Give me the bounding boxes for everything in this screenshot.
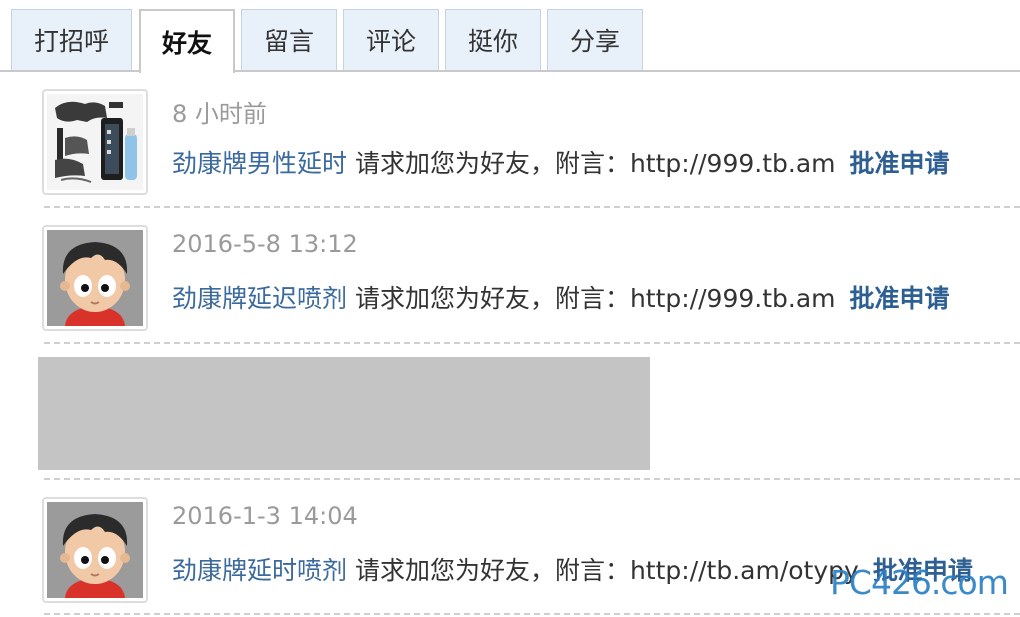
item-divider <box>44 478 1020 480</box>
approve-request-button[interactable]: 批准申请 <box>850 149 950 178</box>
cartoon-boy-avatar-icon <box>47 230 143 326</box>
request-time: 8 小时前 <box>172 100 267 128</box>
request-message: 劲康牌延迟喷剂 请求加您为好友，附言：http://999.tb.am 批准申请 <box>172 279 950 315</box>
request-message: 劲康牌男性延时 请求加您为好友，附言：http://999.tb.am 批准申请 <box>172 144 950 180</box>
site-watermark: PC426.com <box>830 563 1009 602</box>
tab-friends[interactable]: 好友 <box>139 9 235 73</box>
avatar[interactable] <box>42 89 148 195</box>
request-time: 2016-5-8 13:12 <box>172 230 358 258</box>
approve-request-button[interactable]: 批准申请 <box>850 284 950 313</box>
tab-share[interactable]: 分享 <box>547 9 643 70</box>
item-divider <box>44 342 1020 344</box>
tab-comments[interactable]: 评论 <box>343 9 439 70</box>
request-text: 请求加您为好友，附言：http://999.tb.am <box>347 284 836 313</box>
avatar[interactable] <box>42 225 148 331</box>
requester-link[interactable]: 劲康牌男性延时 <box>172 149 347 178</box>
tab-messages[interactable]: 留言 <box>241 9 337 70</box>
avatar[interactable] <box>42 497 148 603</box>
friend-requests-page: 打招呼 好友 留言 评论 挺你 分享 8 小时前 劲康牌男性延时 请求加您为好友… <box>0 0 1020 617</box>
tab-greet[interactable]: 打招呼 <box>11 9 132 70</box>
tab-bar: 打招呼 好友 留言 评论 挺你 分享 <box>0 0 1020 73</box>
request-text: 请求加您为好友，附言：http://999.tb.am <box>347 149 836 178</box>
tab-support[interactable]: 挺你 <box>445 9 541 70</box>
item-divider <box>44 206 1020 208</box>
item-divider <box>44 613 1020 615</box>
product-thumbnail-icon <box>47 94 143 190</box>
request-text: 请求加您为好友，附言：http://tb.am/otypy <box>347 556 859 585</box>
requester-link[interactable]: 劲康牌延时喷剂 <box>172 556 347 585</box>
cartoon-boy-avatar-icon <box>47 502 143 598</box>
request-time: 2016-1-3 14:04 <box>172 502 358 530</box>
requester-link[interactable]: 劲康牌延迟喷剂 <box>172 284 347 313</box>
blank-placeholder-block <box>38 357 650 470</box>
